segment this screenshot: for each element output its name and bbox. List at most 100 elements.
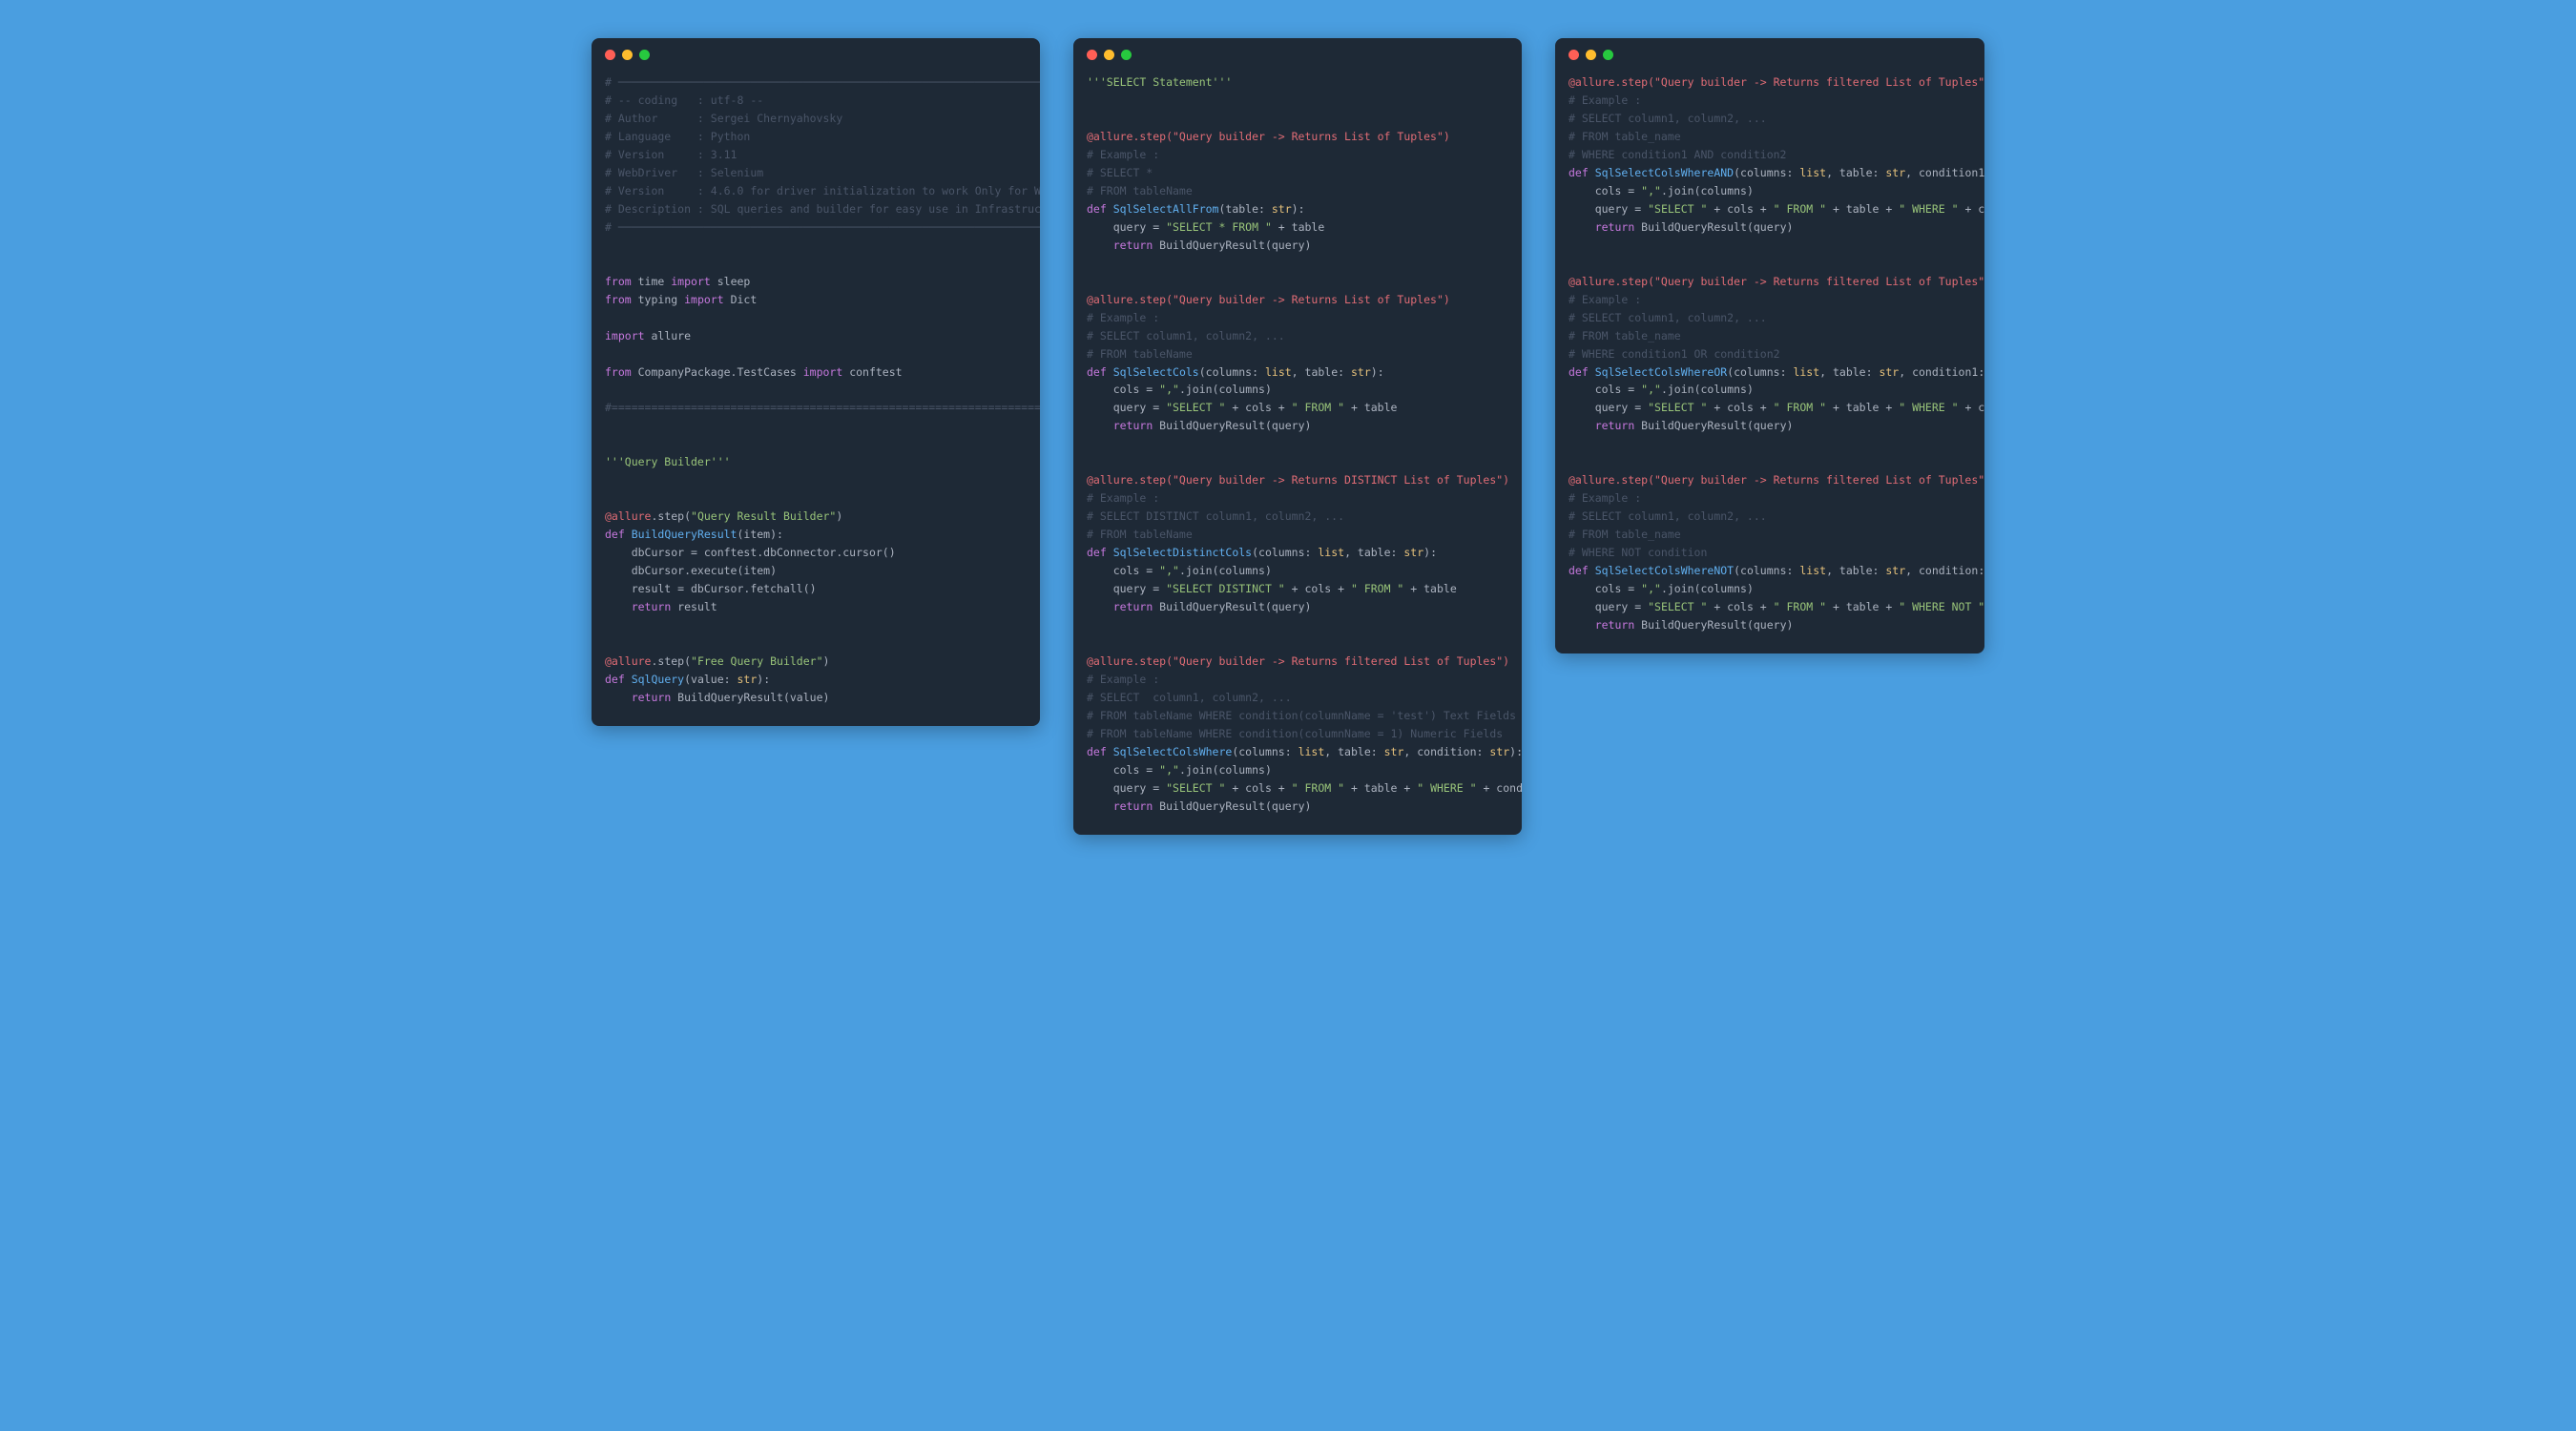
code-line <box>1568 220 1595 234</box>
function-name: SqlSelectAllFrom <box>1113 202 1219 216</box>
ident: + table <box>1344 401 1397 414</box>
ident: + table + <box>1826 202 1899 216</box>
code-content-2[interactable]: '''SELECT Statement''' @allure.step("Que… <box>1073 66 1522 835</box>
keyword: return <box>1595 220 1635 234</box>
docstring: '''SELECT Statement''' <box>1087 75 1232 89</box>
code-line: # Version : 4.6.0 for driver initializat… <box>605 184 1040 197</box>
close-icon[interactable] <box>1087 50 1097 60</box>
code-line <box>605 600 632 613</box>
ident: + table + <box>1826 401 1899 414</box>
string: " FROM " <box>1774 202 1826 216</box>
ident: query = <box>1087 401 1166 414</box>
keyword: return <box>1113 419 1153 432</box>
code-line: # SELECT column1, column2, ... <box>1568 509 1767 523</box>
ident: cols = <box>1087 383 1159 396</box>
keyword: import <box>671 275 711 288</box>
function-name: SqlSelectColsWhere <box>1113 745 1233 758</box>
string: "," <box>1641 184 1661 197</box>
code-content-3[interactable]: @allure.step("Query builder -> Returns f… <box>1555 66 1984 653</box>
maximize-icon[interactable] <box>1121 50 1132 60</box>
ident: cols = <box>1568 383 1641 396</box>
decorator: @allure.step("Query builder -> Returns f… <box>1568 473 1984 487</box>
code-line: # SELECT column1, column2, ... <box>1087 691 1292 704</box>
code-line: # Example : <box>1568 93 1641 107</box>
ident: + table <box>1272 220 1324 234</box>
ident: + table + <box>1344 781 1417 795</box>
ident: typing <box>632 293 684 306</box>
keyword: def <box>1087 546 1113 559</box>
string: "SELECT " <box>1166 401 1225 414</box>
code-line: # Example : <box>1568 293 1641 306</box>
code-line <box>1568 618 1595 632</box>
keyword: def <box>1087 745 1113 758</box>
keyword: return <box>632 600 672 613</box>
code-line <box>1087 799 1113 813</box>
decorator: @allure.step("Query builder -> Returns f… <box>1568 275 1984 288</box>
type: str <box>1351 365 1371 379</box>
ident: , table: <box>1324 745 1383 758</box>
code-line: # Version : 3.11 <box>605 148 737 161</box>
maximize-icon[interactable] <box>1603 50 1613 60</box>
function-name: SqlSelectColsWhereNOT <box>1595 564 1734 577</box>
code-window-1: # ──────────────────────────────────────… <box>592 38 1040 726</box>
minimize-icon[interactable] <box>1586 50 1596 60</box>
type: list <box>1298 745 1325 758</box>
ident: ): <box>1423 546 1437 559</box>
code-line: # FROM tableName <box>1087 347 1193 361</box>
ident: Dict <box>724 293 758 306</box>
function-name: SqlSelectColsWhereAND <box>1595 166 1734 179</box>
ident: + cols + <box>1225 401 1291 414</box>
ident: (columns: <box>1252 546 1318 559</box>
keyword: def <box>1087 202 1113 216</box>
ident: + condition1 + <box>1959 401 1984 414</box>
ident: (columns: <box>1232 745 1298 758</box>
ident: (value: <box>684 673 737 686</box>
ident: conftest <box>842 365 902 379</box>
string: " FROM " <box>1351 582 1403 595</box>
code-content-1[interactable]: # ──────────────────────────────────────… <box>592 66 1040 726</box>
ident: (item): <box>737 528 782 541</box>
ident: query = <box>1568 401 1648 414</box>
ident: BuildQueryResult(query) <box>1634 419 1793 432</box>
ident: query = <box>1087 220 1166 234</box>
ident: + condition1 + <box>1959 202 1984 216</box>
maximize-icon[interactable] <box>639 50 650 60</box>
ident: + cols + <box>1707 202 1773 216</box>
ident: cols = <box>1568 582 1641 595</box>
ident: ) <box>836 509 842 523</box>
ident: , table: <box>1292 365 1351 379</box>
string: "SELECT " <box>1648 202 1707 216</box>
type: str <box>1879 365 1899 379</box>
type: str <box>1885 166 1905 179</box>
titlebar <box>592 38 1040 66</box>
close-icon[interactable] <box>1568 50 1579 60</box>
string: "," <box>1641 582 1661 595</box>
ident: cols = <box>1568 184 1641 197</box>
ident: ) <box>823 654 830 668</box>
code-line: # ──────────────────────────────────────… <box>605 220 1040 234</box>
titlebar <box>1555 38 1984 66</box>
string: "Free Query Builder" <box>691 654 822 668</box>
code-line: # Example : <box>1568 491 1641 505</box>
code-line <box>1087 238 1113 252</box>
ident: time <box>632 275 672 288</box>
ident: query = <box>1568 600 1648 613</box>
code-line: # Example : <box>1087 673 1159 686</box>
string: "SELECT " <box>1166 781 1225 795</box>
ident: .join(columns) <box>1179 383 1272 396</box>
function-name: BuildQueryResult <box>632 528 737 541</box>
ident: BuildQueryResult(value) <box>671 691 829 704</box>
keyword: def <box>605 528 632 541</box>
minimize-icon[interactable] <box>622 50 633 60</box>
minimize-icon[interactable] <box>1104 50 1114 60</box>
code-line: # Example : <box>1087 491 1159 505</box>
ident: , table: <box>1819 365 1879 379</box>
ident: BuildQueryResult(query) <box>1153 799 1311 813</box>
decorator: @allure.step("Query builder -> Returns f… <box>1568 75 1984 89</box>
code-line: # -- coding : utf-8 -- <box>605 93 763 107</box>
code-line: #=======================================… <box>605 401 1040 414</box>
ident: , condition1: <box>1899 365 1984 379</box>
string: " FROM " <box>1292 401 1344 414</box>
decorator: @allure <box>605 509 651 523</box>
close-icon[interactable] <box>605 50 615 60</box>
